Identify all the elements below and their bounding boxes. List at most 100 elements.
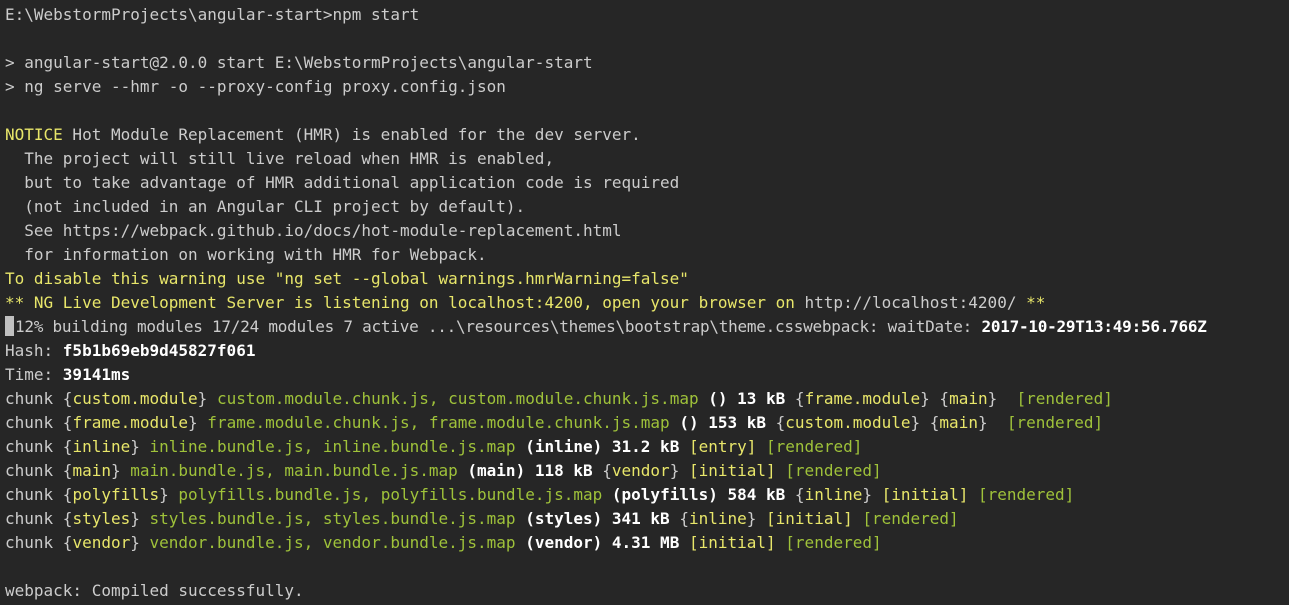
terminal-text-segment: { (62, 389, 73, 408)
terminal-text-segment: } (130, 437, 140, 456)
terminal-text-segment: vendor (611, 461, 670, 480)
terminal-text-segment: for information on working with HMR for … (5, 245, 487, 264)
terminal-line: chunk {inline} inline.bundle.js, inline.… (5, 435, 1287, 459)
terminal-text-segment: [rendered] (775, 461, 882, 480)
terminal-line: NOTICE Hot Module Replacement (HMR) is e… (5, 123, 1287, 147)
terminal-text-segment: webpack: Compiled successfully. (5, 581, 304, 600)
terminal-text-segment: but to take advantage of HMR additional … (5, 173, 680, 192)
terminal-line: E:\WebstormProjects\angular-start>npm st… (5, 3, 1287, 27)
terminal-text-segment: } (130, 509, 140, 528)
terminal-text-segment: > ng serve --hmr -o --proxy-config proxy… (5, 77, 506, 96)
terminal-text-segment: [initial] (756, 509, 853, 528)
terminal-text-segment: vendor (72, 533, 131, 552)
terminal-text-segment: 12% building modules 17/24 modules 7 act… (15, 317, 982, 336)
terminal-text-segment: chunk (5, 413, 63, 432)
terminal-text-segment: 31.2 kB (611, 437, 680, 456)
terminal-text-segment: { (62, 509, 73, 528)
terminal-line: chunk {styles} styles.bundle.js, styles.… (5, 507, 1287, 531)
terminal-text-segment: } (130, 533, 140, 552)
terminal-text-segment: (inline) (515, 437, 612, 456)
terminal-text-segment: vendor.bundle.js, vendor.bundle.js.map (139, 533, 516, 552)
terminal-text-segment: polyfills.bundle.js, polyfills.bundle.js… (168, 485, 603, 504)
terminal-text-segment: [initial] (679, 461, 776, 480)
terminal-line: ** NG Live Development Server is listeni… (5, 291, 1287, 315)
terminal-text-segment: [rendered] (968, 485, 1075, 504)
terminal-text-segment: [initial] (872, 485, 969, 504)
terminal-text-segment: polyfills (72, 485, 160, 504)
terminal-text-segment: main.bundle.js, main.bundle.js.map (120, 461, 458, 480)
terminal-text-segment: [rendered] (987, 413, 1104, 432)
terminal-line: The project will still live reload when … (5, 147, 1287, 171)
terminal-line: To disable this warning use "ng set --gl… (5, 267, 1287, 291)
terminal-line: chunk {custom.module} custom.module.chun… (5, 387, 1287, 411)
terminal-text-segment: } (669, 461, 680, 480)
terminal-text-segment: frame.module (72, 413, 189, 432)
terminal-line: chunk {vendor} vendor.bundle.js, vendor.… (5, 531, 1287, 555)
terminal-text-segment: The project will still live reload when … (5, 149, 555, 168)
terminal-text-segment: chunk (5, 389, 63, 408)
terminal-line: 12% building modules 17/24 modules 7 act… (5, 315, 1287, 339)
terminal-text-segment: chunk (5, 461, 63, 480)
terminal-text-segment: (main) (457, 461, 535, 480)
terminal-text-segment: NOTICE (5, 125, 63, 144)
terminal-text-segment: 341 kB (611, 509, 670, 528)
terminal-text-segment: (vendor) (515, 533, 612, 552)
terminal-text-segment: { (62, 437, 73, 456)
terminal-text-segment: (styles) (515, 509, 612, 528)
terminal-text-segment: Time: (5, 365, 63, 384)
terminal-text-segment: inline.bundle.js, inline.bundle.js.map (139, 437, 516, 456)
terminal-text-segment: } (159, 485, 169, 504)
terminal-text-segment: frame.module.chunk.js, frame.module.chun… (197, 413, 670, 432)
terminal-line: chunk {frame.module} frame.module.chunk.… (5, 411, 1287, 435)
terminal-text-segment: { (62, 413, 73, 432)
terminal-line: but to take advantage of HMR additional … (5, 171, 1287, 195)
terminal-text-segment: f5b1b69eb9d45827f061 (62, 341, 256, 360)
terminal-text-segment: } (910, 413, 921, 432)
terminal-text-segment: { (669, 509, 689, 528)
terminal-text-segment: { (929, 389, 950, 408)
terminal-text-segment: { (62, 485, 73, 504)
terminal-text-segment: ** (1016, 293, 1046, 312)
terminal-text-segment: { (62, 461, 73, 480)
terminal-text-segment: Hash: (5, 341, 63, 360)
terminal-text-segment: } (920, 389, 930, 408)
terminal-text-segment: main (72, 461, 111, 480)
terminal-text-segment: 13 kB (737, 389, 786, 408)
terminal-text-segment: custom.module.chunk.js, custom.module.ch… (207, 389, 699, 408)
terminal-line: (not included in an Angular CLI project … (5, 195, 1287, 219)
terminal-text-segment: main (949, 389, 988, 408)
terminal-text-segment: (polyfills) (602, 485, 728, 504)
terminal-text-segment: main (939, 413, 978, 432)
terminal-text-segment: [rendered] (852, 509, 959, 528)
terminal-line: chunk {polyfills} polyfills.bundle.js, p… (5, 483, 1287, 507)
terminal-line: > ng serve --hmr -o --proxy-config proxy… (5, 75, 1287, 99)
terminal-text-segment: http://localhost:4200/ (804, 293, 1017, 312)
terminal-cursor (5, 316, 14, 336)
terminal-text-segment: chunk (5, 533, 63, 552)
terminal-text-segment: } (110, 461, 121, 480)
terminal-text-segment: inline (688, 509, 747, 528)
terminal-output[interactable]: E:\WebstormProjects\angular-start>npm st… (5, 3, 1287, 603)
terminal-text-segment: } (862, 485, 872, 504)
terminal-text-segment: custom.module (785, 413, 911, 432)
terminal-text-segment: To disable this warning use "ng set --gl… (5, 269, 689, 288)
terminal-line: Hash: f5b1b69eb9d45827f061 (5, 339, 1287, 363)
terminal-text-segment: [initial] (679, 533, 776, 552)
terminal-text-segment: chunk (5, 485, 63, 504)
terminal-text-segment: } (977, 413, 988, 432)
terminal-line: chunk {main} main.bundle.js, main.bundle… (5, 459, 1287, 483)
terminal-text-segment: 584 kB (727, 485, 786, 504)
terminal-text-segment: () (698, 389, 738, 408)
terminal-text-segment: styles.bundle.js, styles.bundle.js.map (139, 509, 516, 528)
terminal-text-segment: [rendered] (775, 533, 882, 552)
terminal-text-segment: [rendered] (756, 437, 863, 456)
terminal-text-segment: (not included in an Angular CLI project … (5, 197, 526, 216)
terminal-text-segment: { (920, 413, 940, 432)
terminal-text-segment: See https://webpack.github.io/docs/hot-m… (5, 221, 622, 240)
terminal-text-segment: > angular-start@2.0.0 start E:\WebstormP… (5, 53, 593, 72)
terminal-text-segment: 39141ms (62, 365, 131, 384)
terminal-line: See https://webpack.github.io/docs/hot-m… (5, 219, 1287, 243)
